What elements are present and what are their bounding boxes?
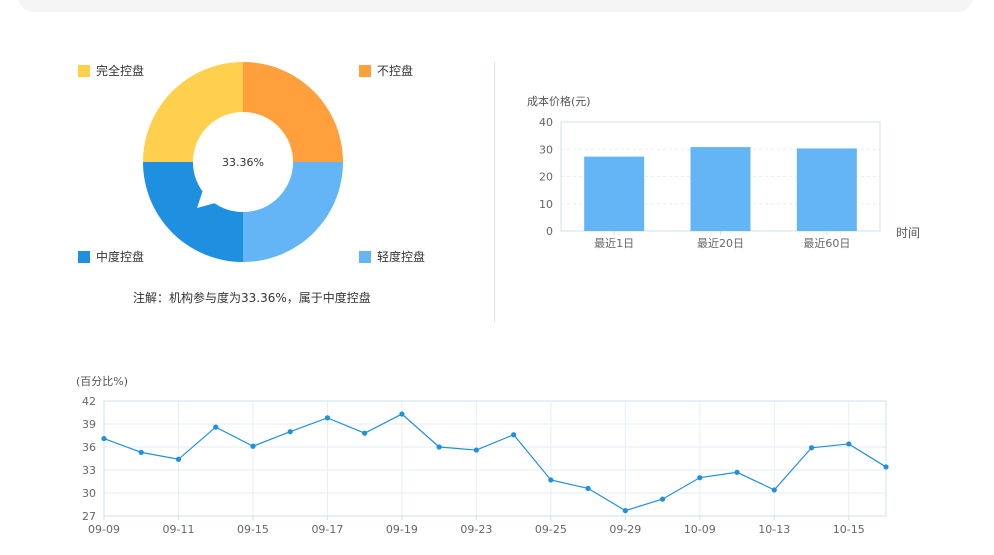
line-point xyxy=(883,464,889,470)
line-point xyxy=(250,443,256,449)
line-point xyxy=(659,496,666,502)
line-point xyxy=(846,441,852,447)
line-x-tick: 09-23 xyxy=(460,523,492,536)
line-point xyxy=(697,475,703,481)
line-y-tick: 27 xyxy=(82,510,96,523)
line-y-tick: 36 xyxy=(82,441,96,454)
line-point xyxy=(101,435,107,442)
line-point xyxy=(213,424,219,430)
line-point xyxy=(771,487,777,493)
line-point xyxy=(585,485,591,491)
participation-line-chart: 27 30 33 36 39 42 09-09 09-11 09-15 09-17 09-19 09-… xyxy=(82,395,889,536)
line-x-tick: 09-15 xyxy=(237,523,269,536)
line-x-tick: 09-09 xyxy=(88,523,120,536)
line-x-tick: 09-11 xyxy=(162,523,194,536)
line-point xyxy=(511,432,517,438)
line-x-tick: 09-25 xyxy=(535,523,567,536)
line-point xyxy=(808,445,815,451)
line-y-tick: 42 xyxy=(82,395,96,408)
line-y-tick: 39 xyxy=(82,418,96,431)
line-y-tick: 33 xyxy=(82,464,96,477)
line-point xyxy=(436,444,442,450)
line-point xyxy=(287,429,293,435)
line-point xyxy=(473,447,479,453)
line-point xyxy=(734,469,740,475)
line-y-tick: 30 xyxy=(82,487,96,500)
line-point xyxy=(175,456,182,462)
line-point xyxy=(622,508,628,514)
line-x-tick: 10-09 xyxy=(684,523,716,536)
line-point xyxy=(399,411,405,417)
line-plot-frame xyxy=(103,400,887,517)
line-x-tick: 10-13 xyxy=(758,523,790,536)
line-x-tick: 10-15 xyxy=(833,523,865,536)
line-x-tick: 09-17 xyxy=(311,523,343,536)
line-point xyxy=(548,477,554,483)
line-x-tick: 09-19 xyxy=(386,523,418,536)
line-series xyxy=(103,413,887,512)
line-point xyxy=(138,449,144,455)
line-x-tick: 09-29 xyxy=(609,523,641,536)
line-point xyxy=(324,415,331,421)
line-point xyxy=(362,430,368,436)
